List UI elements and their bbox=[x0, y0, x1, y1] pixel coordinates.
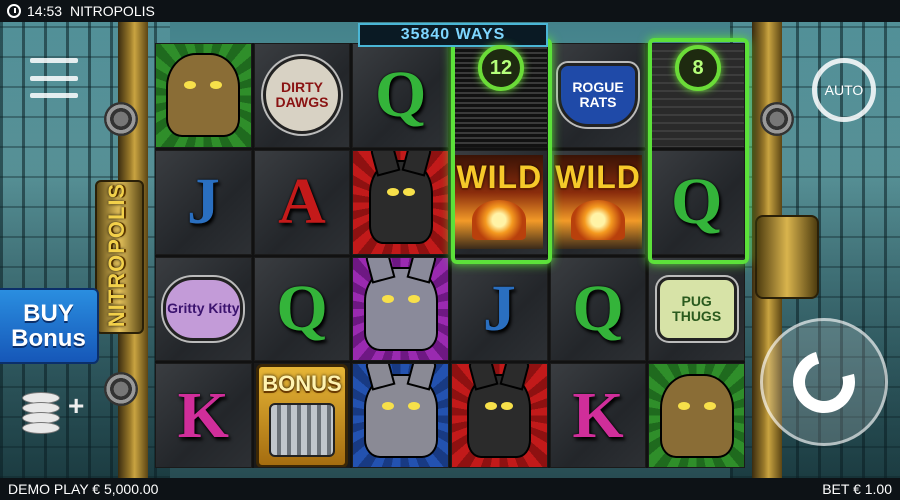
buy-bonus-line1: BUY bbox=[23, 300, 74, 327]
reel-cell bbox=[352, 256, 449, 362]
status-bar: 14:53 NITROPOLIS bbox=[0, 0, 900, 22]
reel-cell: Gritty Kitty bbox=[155, 256, 252, 362]
multiplier-badge-reel4: 12 bbox=[478, 45, 524, 91]
symbol-q: Q bbox=[276, 271, 328, 345]
reel-grid: DIRTY DAWGS Q ROGUE RATS J A WILD WILD Q Gritty … bbox=[155, 43, 745, 468]
reel-cell bbox=[352, 363, 449, 468]
reel-cell bbox=[352, 149, 449, 255]
spin-arrow-icon bbox=[781, 339, 867, 425]
reel-cell: Q bbox=[549, 256, 647, 362]
bolt-icon bbox=[104, 372, 138, 406]
multiplier-badge-reel6: 8 bbox=[675, 45, 721, 91]
reel-cell: J bbox=[155, 149, 252, 255]
reel-cell: DIRTY DAWGS bbox=[253, 43, 351, 148]
symbol-dog bbox=[469, 375, 530, 456]
symbol-q: Q bbox=[374, 58, 427, 132]
menu-button[interactable] bbox=[30, 58, 78, 98]
symbol-wild: WILD bbox=[455, 155, 544, 250]
reel-cell: BONUS bbox=[253, 363, 351, 468]
reel-cell: Q bbox=[352, 43, 449, 148]
symbol-pug: PUG THUGS bbox=[656, 276, 737, 341]
menu-bar bbox=[30, 75, 78, 81]
coin-icon bbox=[22, 422, 60, 434]
reel-cell: A bbox=[253, 149, 351, 255]
reel-cell: ROGUE RATS bbox=[549, 43, 647, 148]
symbol-j: J bbox=[482, 271, 516, 345]
menu-bar bbox=[30, 58, 78, 63]
reel-cell: PUG THUGS bbox=[648, 256, 745, 362]
reel-cell: WILD bbox=[450, 149, 548, 255]
symbol-dog bbox=[370, 162, 431, 243]
reel-cell bbox=[155, 43, 252, 148]
autoplay-label: AUTO bbox=[824, 82, 864, 98]
symbol-cat bbox=[365, 268, 436, 349]
footer-bar: DEMO PLAY € 5,000.00 BET € 1.00 bbox=[0, 478, 900, 500]
menu-bar bbox=[30, 93, 78, 98]
symbol-bonus: BONUS bbox=[255, 364, 348, 468]
symbol-q: Q bbox=[572, 271, 624, 345]
game-title: NITROPOLIS bbox=[70, 3, 155, 19]
status-time: 14:53 bbox=[27, 3, 63, 19]
symbol-q: Q bbox=[670, 165, 723, 239]
clock-icon bbox=[7, 4, 21, 18]
symbol-a: A bbox=[278, 165, 326, 239]
reel-cell: Q bbox=[253, 256, 351, 362]
reel-cell: WILD bbox=[549, 149, 647, 255]
bet-coins-button[interactable]: + bbox=[22, 388, 88, 434]
bolt-icon bbox=[104, 102, 138, 136]
buy-bonus-button[interactable]: BUY Bonus bbox=[0, 288, 99, 364]
autoplay-button[interactable]: AUTO bbox=[812, 58, 876, 122]
symbol-toad bbox=[168, 55, 239, 136]
symbol-rats: ROGUE RATS bbox=[557, 63, 638, 128]
gauge-panel bbox=[755, 215, 819, 299]
reel-cell: Q bbox=[648, 149, 745, 255]
game-logo: NITROPOLIS bbox=[104, 182, 130, 328]
symbol-k: K bbox=[572, 378, 624, 452]
bolt-icon bbox=[760, 102, 794, 136]
symbol-kitty: Gritty Kitty bbox=[163, 276, 244, 341]
ways-counter: 35840 WAYS bbox=[358, 23, 548, 47]
bet-display: BET € 1.00 bbox=[822, 481, 892, 497]
reel-cell: J bbox=[450, 256, 548, 362]
reel-cell bbox=[450, 363, 548, 468]
symbol-toad bbox=[661, 375, 732, 456]
spin-button[interactable] bbox=[760, 318, 888, 446]
symbol-k: K bbox=[177, 378, 229, 452]
reel-cell bbox=[648, 363, 745, 468]
symbol-rat bbox=[365, 375, 436, 456]
reel-cell: K bbox=[155, 363, 252, 468]
balance-display: DEMO PLAY € 5,000.00 bbox=[8, 481, 159, 497]
buy-bonus-line2: Bonus bbox=[11, 325, 86, 352]
reel-cell: K bbox=[549, 363, 647, 468]
symbol-wild: WILD bbox=[553, 155, 642, 250]
symbol-dawgs: DIRTY DAWGS bbox=[262, 56, 341, 135]
plus-icon: + bbox=[68, 390, 85, 421]
symbol-j: J bbox=[186, 165, 220, 239]
